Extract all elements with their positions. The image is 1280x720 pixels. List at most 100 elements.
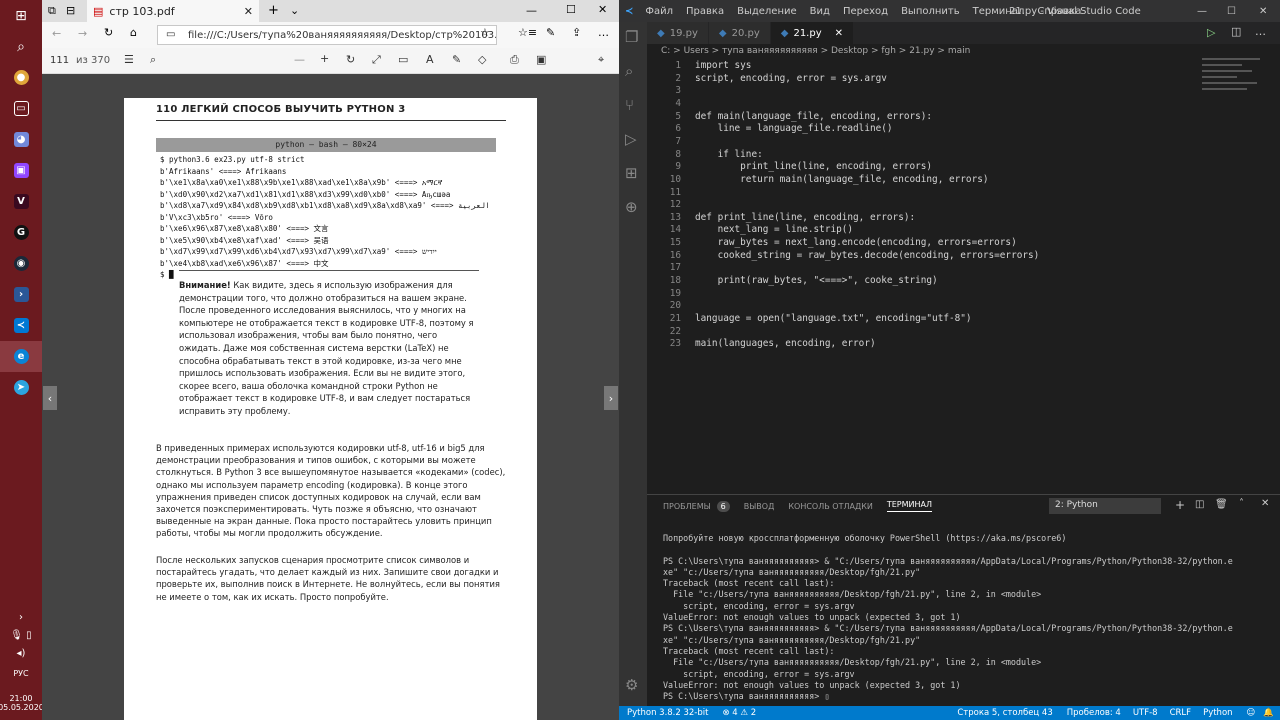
pen-icon[interactable]: ✎ (546, 26, 555, 39)
task-view-icon[interactable]: ▭ (0, 93, 42, 124)
explorer-icon[interactable]: ❐ (625, 28, 638, 46)
menu-item[interactable]: Файл (645, 6, 673, 17)
remote-icon[interactable]: ⊕ (625, 198, 638, 216)
breadcrumb[interactable]: C: > Users > тупа ваняяяяяяяяяя > Deskto… (647, 44, 1280, 58)
address-bar[interactable]: ▭ file:///C:/Users/тупа%20ваняяяяяяяяяя/… (157, 25, 497, 45)
menu-item[interactable]: Выделение (737, 6, 797, 17)
vs-minimize-icon[interactable]: — (1197, 6, 1207, 17)
menu-item[interactable]: Выполнить (901, 6, 960, 17)
menu-item[interactable]: Переход (843, 6, 888, 17)
code-line[interactable]: import sys (695, 60, 751, 71)
tab-actions-icon[interactable]: ⧉ (48, 4, 56, 18)
discord-icon[interactable]: ◕ (0, 124, 42, 155)
menu-item[interactable]: Правка (686, 6, 724, 17)
erase-icon[interactable]: ◇ (478, 53, 486, 66)
pdf-search-icon[interactable]: ⌕ (150, 53, 156, 67)
volume-icon[interactable]: ◂) (0, 644, 42, 662)
tray-chevron-icon[interactable]: › (0, 608, 42, 626)
windows-start-icon[interactable]: ⊞ (0, 0, 42, 31)
code-line[interactable]: def main(language_file, encoding, errors… (695, 111, 932, 122)
prev-page-button[interactable]: ‹ (43, 386, 57, 410)
terminal-output-text[interactable]: Попробуйте новую кроссплатформенную обол… (663, 533, 1273, 702)
search-icon[interactable]: ⌕ (0, 31, 42, 62)
source-control-icon[interactable]: ⑂ (625, 96, 634, 114)
vs-close-icon[interactable]: ✕ (1259, 6, 1267, 17)
code-line[interactable]: script, encoding, error = sys.argv (695, 73, 887, 84)
save-icon[interactable]: ▣ (536, 53, 546, 66)
code-line[interactable]: next_lang = line.strip() (695, 224, 853, 235)
tab-output[interactable]: ВЫВОД (744, 502, 775, 511)
home-icon[interactable]: ⌂ (130, 26, 137, 39)
refresh-icon[interactable]: ↻ (104, 26, 113, 39)
tab-20-py[interactable]: ◆ 20.py (708, 22, 771, 44)
code-line[interactable]: line = language_file.readline() (695, 123, 893, 134)
page-view-icon[interactable]: ▭ (398, 53, 408, 66)
code-line[interactable]: print(raw_bytes, "<===>", cooke_string) (695, 275, 938, 286)
tab-problems[interactable]: ПРОБЛЕМЫ (663, 502, 711, 511)
status-language[interactable]: Python (1203, 708, 1232, 718)
steam-icon[interactable]: ◉ (0, 248, 42, 279)
tabs-aside-icon[interactable]: ⊟ (66, 4, 75, 17)
kill-terminal-icon[interactable]: 🗑 (1215, 499, 1228, 510)
split-terminal-icon[interactable]: ◫ (1195, 499, 1204, 510)
back-icon[interactable]: ← (52, 27, 61, 40)
edge-icon[interactable]: e (0, 341, 42, 372)
next-page-button[interactable]: › (604, 386, 618, 410)
zoom-in-icon[interactable]: + (320, 52, 329, 65)
code-line[interactable]: raw_bytes = next_lang.encode(encoding, e… (695, 237, 1017, 248)
game-icon[interactable]: G (0, 217, 42, 248)
code-line[interactable]: main(languages, encoding, error) (695, 338, 876, 349)
terminal-select[interactable]: 2: Python (1049, 498, 1161, 514)
extensions-icon[interactable]: ⊞ (625, 164, 638, 182)
tab-list-icon[interactable]: ⌄ (290, 4, 299, 17)
new-tab-icon[interactable]: + (268, 3, 279, 18)
code-line[interactable]: language = open("language.txt", encoding… (695, 313, 972, 324)
read-aloud-icon[interactable]: A (426, 53, 434, 66)
status-eol[interactable]: CRLF (1170, 708, 1191, 718)
status-encoding[interactable]: UTF-8 (1133, 708, 1158, 718)
code-line[interactable]: if line: (695, 149, 763, 160)
new-terminal-icon[interactable]: + (1175, 498, 1185, 512)
run-debug-icon[interactable]: ▷ (625, 130, 637, 148)
favorite-star-icon[interactable]: ☆ (480, 26, 490, 39)
more-actions-icon[interactable]: … (1255, 25, 1266, 38)
maximize-icon[interactable]: ☐ (566, 3, 576, 16)
page-number-input[interactable]: 111 (50, 55, 69, 66)
telegram-icon[interactable]: ➤ (0, 372, 42, 403)
contents-icon[interactable]: ☰ (124, 53, 134, 66)
draw-icon[interactable]: ✎ (452, 53, 461, 66)
code-editor[interactable]: 1 import sys 2 script, encoding, error = sy… (647, 58, 1257, 488)
search-sidebar-icon[interactable]: ⌕ (625, 62, 633, 80)
browser-tab-active[interactable]: ▤ стр 103.pdf ✕ (87, 0, 259, 22)
close-tab-icon[interactable]: ✕ (244, 5, 253, 18)
notifications-icon[interactable]: 🔔 (1263, 708, 1274, 718)
vs-maximize-icon[interactable]: ☐ (1227, 6, 1236, 17)
code-line[interactable]: return main(language_file, encoding, err… (695, 174, 988, 185)
favorites-icon[interactable]: ☆≡ (518, 26, 537, 39)
rotate-icon[interactable]: ↻ (346, 53, 355, 66)
code-line[interactable]: cooked_string = raw_bytes.decode(encodin… (695, 250, 1040, 261)
tab-terminal[interactable]: ТЕРМИНАЛ (886, 500, 933, 512)
chrome-icon[interactable]: ● (0, 62, 42, 93)
status-problems[interactable]: ⊗ 4 ⚠ 2 (722, 708, 756, 718)
feedback-icon[interactable]: ☺ (1247, 708, 1256, 718)
code-line[interactable]: print_line(line, encoding, errors) (695, 161, 932, 172)
tab-21-py[interactable]: ◆ 21.py ✕ (770, 22, 855, 44)
vscode-taskbar-icon[interactable]: ≺ (0, 310, 42, 341)
close-window-icon[interactable]: ✕ (598, 3, 607, 16)
vk-icon[interactable]: V (0, 186, 42, 217)
tab-19-py[interactable]: ◆ 19.py (647, 22, 709, 44)
menu-item[interactable]: Вид (810, 6, 830, 17)
run-file-icon[interactable]: ▷ (1207, 26, 1215, 39)
tray-lang[interactable]: РУС (0, 662, 42, 684)
split-editor-icon[interactable]: ◫ (1231, 25, 1241, 38)
close-panel-icon[interactable]: ✕ (1261, 498, 1269, 509)
page-info-icon[interactable]: ▭ (166, 29, 175, 40)
more-icon[interactable]: … (598, 26, 609, 39)
print-icon[interactable]: ⎙ (510, 53, 519, 67)
tray-date[interactable]: 05.05.2020 (0, 703, 44, 712)
status-position[interactable]: Строка 5, столбец 43 (957, 708, 1052, 718)
status-spaces[interactable]: Пробелов: 4 (1067, 708, 1121, 718)
status-python[interactable]: Python 3.8.2 32-bit (627, 708, 708, 718)
twitch-icon[interactable]: ▣ (0, 155, 42, 186)
